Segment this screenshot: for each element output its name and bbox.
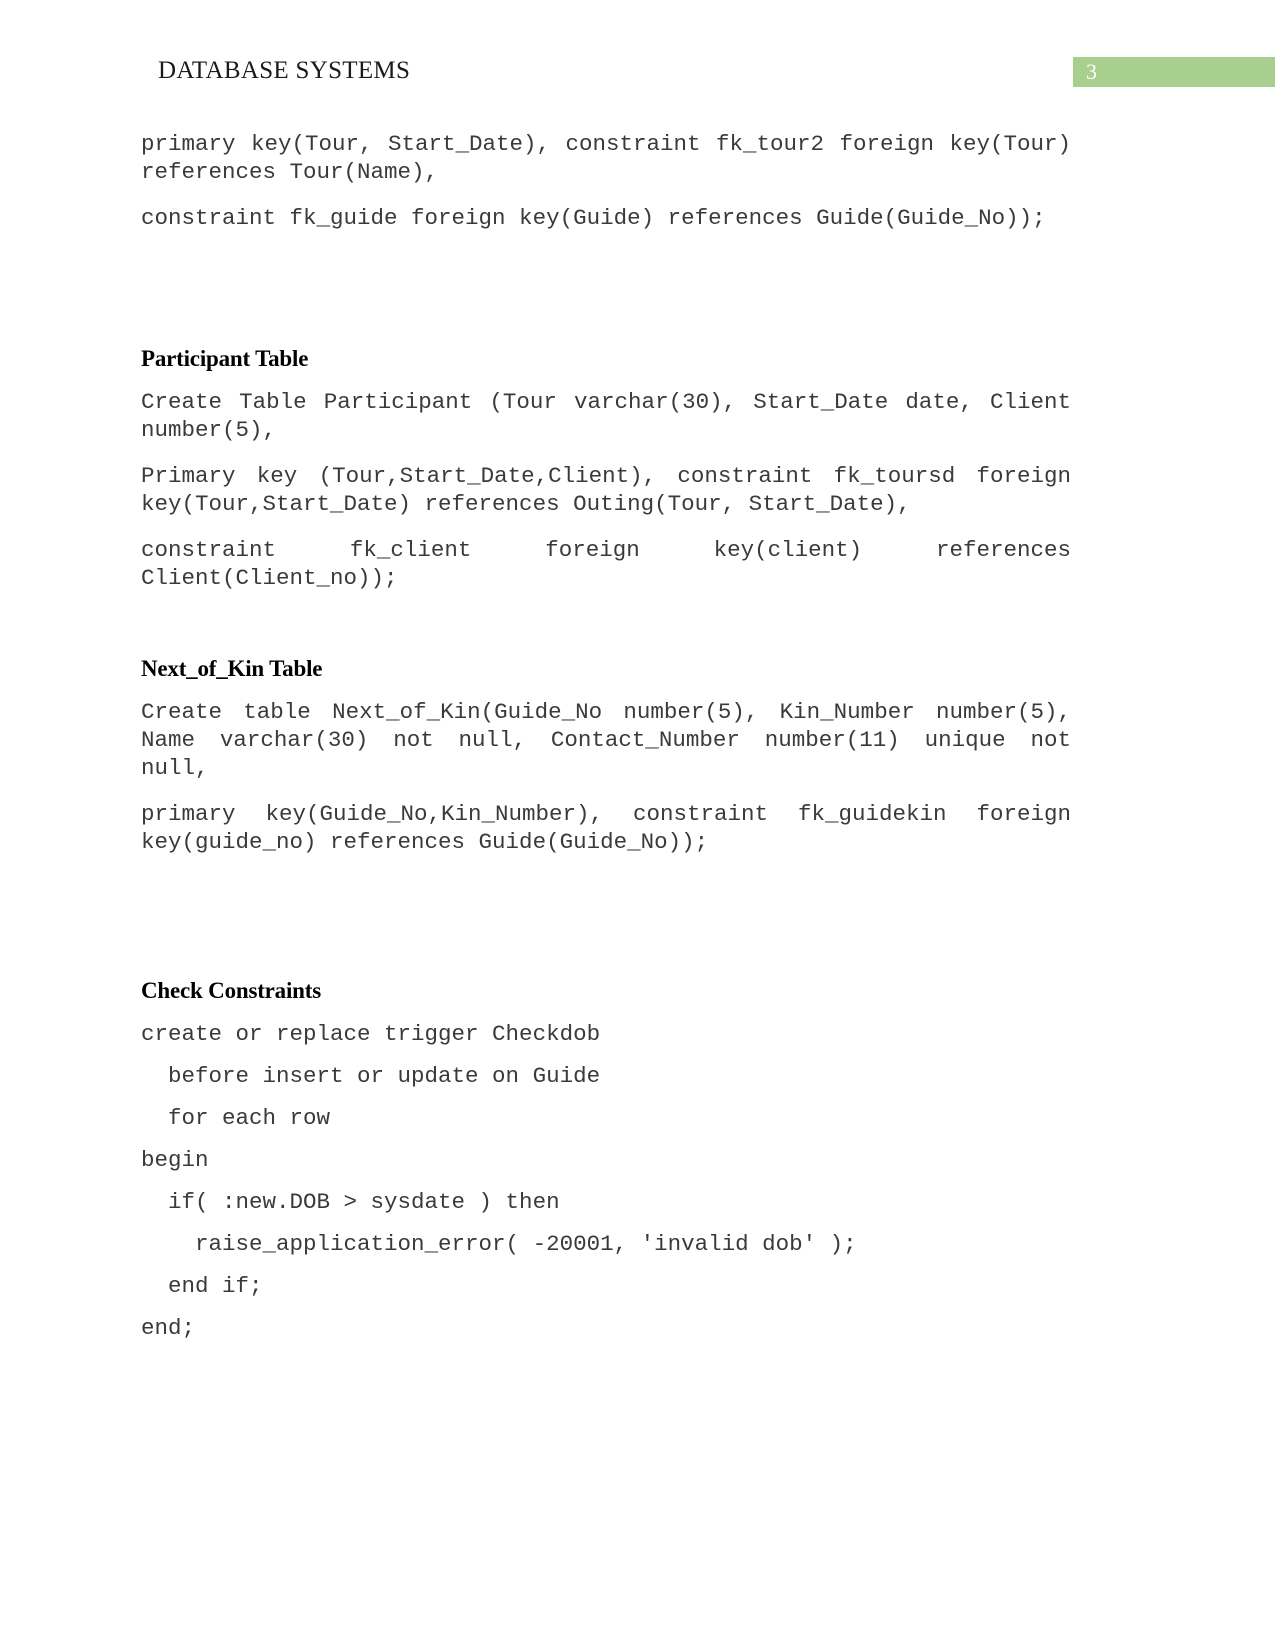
code-paragraph: primary key(Guide_No,Kin_Number), constr…: [141, 801, 1085, 855]
document-page: DATABASE SYSTEMS 3 primary key(Tour, Sta…: [0, 0, 1275, 1651]
next-of-kin-table-block: Next_of_Kin Table Create table Next_of_K…: [141, 656, 1071, 856]
page-number-text: 3: [1086, 59, 1097, 84]
code-paragraph: constraint fk_client foreign key(client)…: [141, 537, 1085, 591]
check-constraints-heading: Check Constraints: [141, 978, 321, 1003]
page-number-badge: 3: [1073, 57, 1275, 87]
code-line: create or replace trigger Checkdob: [141, 1021, 601, 1047]
check-constraints-block: Check Constraints create or replace trig…: [141, 978, 1071, 1342]
code-line: before insert or update on Guide: [141, 1063, 601, 1089]
participant-table-block: Participant Table Create Table Participa…: [141, 346, 1071, 592]
code-line: raise_application_error( -20001, 'invali…: [141, 1231, 857, 1257]
code-line: for each row: [141, 1105, 331, 1131]
code-line: end if;: [141, 1273, 263, 1299]
code-paragraph: Create Table Participant (Tour varchar(3…: [141, 389, 1085, 443]
code-line: end;: [141, 1315, 196, 1341]
code-paragraph: primary key(Tour, Start_Date), constrain…: [141, 131, 1085, 185]
code-paragraph: Create table Next_of_Kin(Guide_No number…: [141, 699, 1085, 781]
vertical-spacer: [141, 250, 1071, 346]
document-body: primary key(Tour, Start_Date), constrain…: [141, 130, 1071, 1356]
code-line: begin: [141, 1147, 209, 1173]
document-header-title: DATABASE SYSTEMS: [158, 57, 411, 84]
vertical-spacer: [141, 610, 1071, 656]
code-paragraph: Primary key (Tour,Start_Date,Client), co…: [141, 463, 1085, 517]
outing-continuation-block: primary key(Tour, Start_Date), constrain…: [141, 130, 1071, 232]
next-of-kin-table-heading: Next_of_Kin Table: [141, 656, 323, 681]
code-line: if( :new.DOB > sysdate ) then: [141, 1189, 560, 1215]
participant-table-heading: Participant Table: [141, 346, 309, 371]
code-paragraph: constraint fk_guide foreign key(Guide) r…: [141, 205, 1046, 231]
vertical-spacer: [141, 874, 1071, 978]
page-header: DATABASE SYSTEMS 3: [0, 57, 1275, 97]
